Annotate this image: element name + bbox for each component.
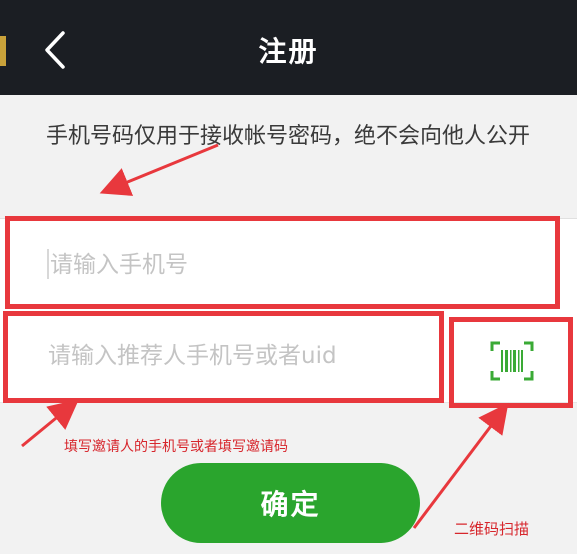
confirm-button[interactable]: 确定 [161, 463, 420, 543]
scan-hint-annotation: 二维码扫描 [454, 520, 530, 538]
annotation-box-phone [5, 216, 560, 309]
annotation-box-referrer [3, 311, 444, 403]
top-app-bar: 注册 [0, 0, 577, 95]
page-title: 注册 [258, 35, 319, 68]
arrow-to-scan [412, 402, 509, 529]
privacy-notice: 手机号码仅用于接收帐号密码，绝不会向他人公开 [46, 124, 531, 149]
referrer-hint-annotation: 填写邀请人的手机号或者填写邀请码 [64, 439, 288, 455]
annotation-box-scan [449, 317, 573, 408]
